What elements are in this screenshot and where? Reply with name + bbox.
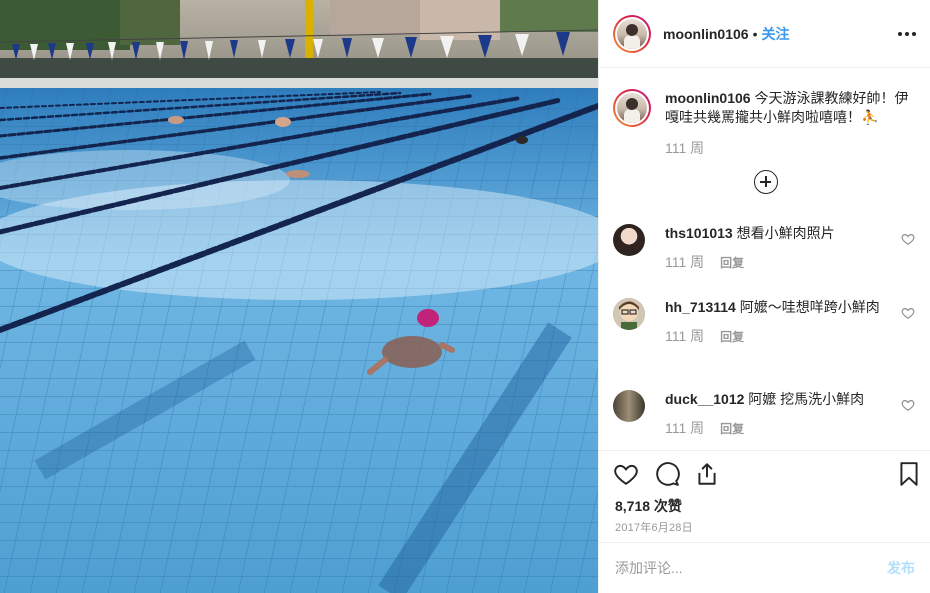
- commenter-avatar[interactable]: [613, 298, 645, 330]
- like-count[interactable]: 8,718 次赞: [615, 496, 682, 516]
- commenter-avatar[interactable]: [613, 224, 645, 256]
- post-date[interactable]: 2017年6月28日: [615, 519, 693, 535]
- comment-text: 阿嬤 挖馬洗小鮮肉: [748, 391, 865, 407]
- bookmark-icon[interactable]: [896, 461, 922, 487]
- comments-list[interactable]: moonlin0106 今天游泳課教練好帥！伊嘎哇共幾罵攏共小鮮肉啦嘻嘻！⛹ 1…: [599, 69, 930, 449]
- cartoon-avatar-image: [613, 298, 645, 330]
- comment-item: hh_713114 阿嬤～哇想咩跨小鮮肉 111 周 回复: [613, 298, 919, 347]
- heart-icon[interactable]: [613, 461, 639, 487]
- comment-time[interactable]: 111 周: [665, 254, 704, 270]
- more-options-icon[interactable]: [895, 22, 919, 46]
- share-icon[interactable]: [694, 461, 720, 487]
- comment-item: duck__1012 阿嬤 挖馬洗小鮮肉 111 周 回复: [613, 390, 919, 439]
- post-header: moonlin0106 • 关注: [599, 0, 930, 68]
- load-more-comments-icon[interactable]: [754, 170, 778, 194]
- commenter-avatar[interactable]: [613, 390, 645, 422]
- add-comment-bar: 发布: [599, 542, 930, 593]
- post-photo[interactable]: [0, 0, 598, 593]
- comment-text: 阿嬤～哇想咩跨小鮮肉: [739, 299, 880, 315]
- pool-photo-image: [0, 0, 598, 593]
- follow-button[interactable]: 关注: [762, 24, 790, 44]
- comment-username[interactable]: ths101013: [665, 225, 733, 241]
- comment-heart-icon[interactable]: [901, 398, 915, 412]
- author-avatar[interactable]: [613, 14, 651, 53]
- comment-time[interactable]: 111 周: [665, 328, 704, 344]
- comment-heart-icon[interactable]: [901, 306, 915, 320]
- caption-time[interactable]: 111 周: [665, 139, 919, 158]
- comment-heart-icon[interactable]: [901, 232, 915, 246]
- author-avatar-image: [617, 18, 647, 49]
- post-actions: 8,718 次赞 2017年6月28日: [599, 450, 930, 542]
- author-username[interactable]: moonlin0106: [663, 26, 749, 42]
- reply-button[interactable]: 回复: [720, 330, 744, 344]
- reply-button[interactable]: 回复: [720, 256, 744, 270]
- speech-bubble-icon[interactable]: [654, 461, 680, 487]
- separator-dot: •: [752, 25, 758, 42]
- post-detail-panel: moonlin0106 • 关注 moonlin0106 今天游泳課教練好帥！伊…: [598, 0, 930, 593]
- caption-username[interactable]: moonlin0106: [665, 90, 751, 106]
- comment-time[interactable]: 111 周: [665, 420, 704, 436]
- reply-button[interactable]: 回复: [720, 422, 744, 436]
- comment-input[interactable]: [615, 560, 887, 576]
- comment-username[interactable]: duck__1012: [665, 391, 744, 407]
- comment-username[interactable]: hh_713114: [665, 299, 736, 315]
- caption: moonlin0106 今天游泳課教練好帥！伊嘎哇共幾罵攏共小鮮肉啦嘻嘻！⛹ 1…: [613, 89, 919, 158]
- post-comment-button[interactable]: 发布: [887, 558, 915, 578]
- comment-item: ths101013 想看小鮮肉照片 111 周 回复: [613, 224, 919, 273]
- caption-avatar-image: [617, 93, 647, 123]
- caption-author-avatar[interactable]: [613, 89, 651, 127]
- comment-text: 想看小鮮肉照片: [736, 225, 835, 241]
